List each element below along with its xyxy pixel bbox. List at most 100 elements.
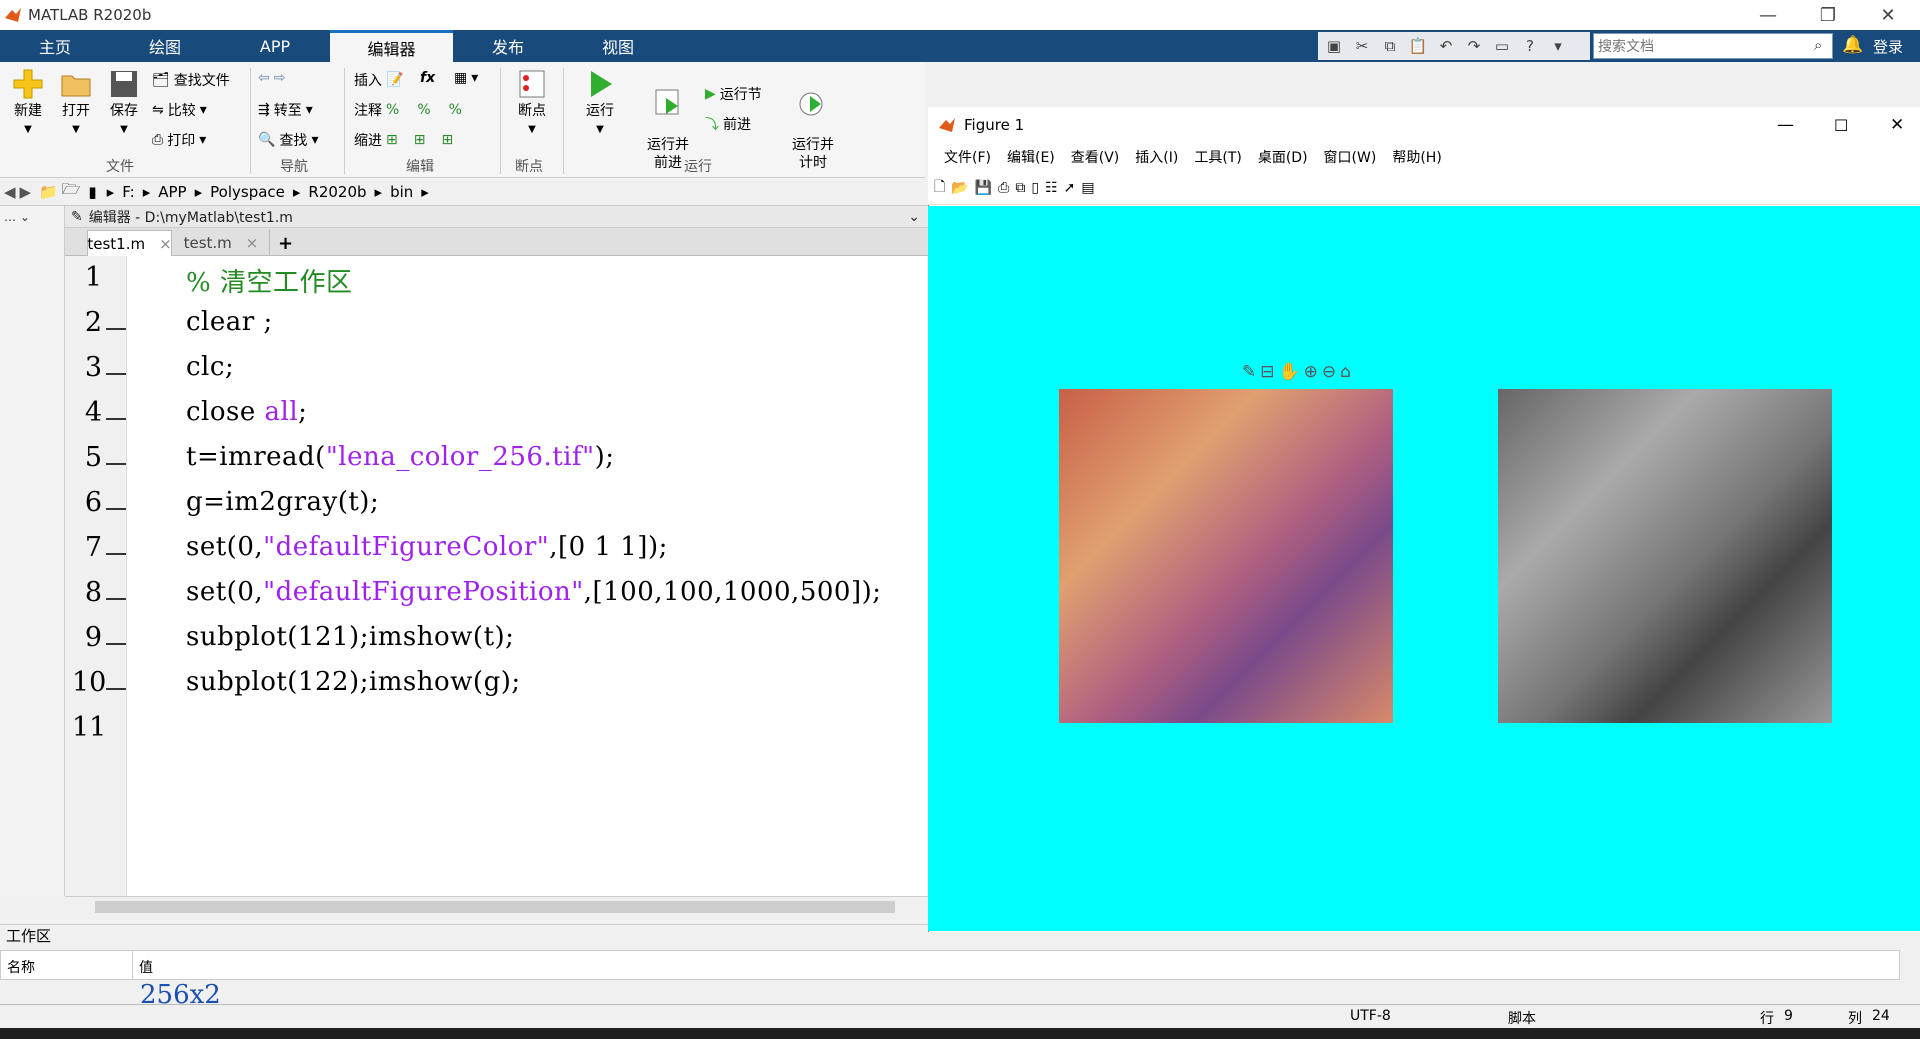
search-input[interactable]: [1593, 33, 1833, 59]
legend-icon[interactable]: ☷: [1045, 180, 1058, 196]
tab-test[interactable]: test.m ×: [177, 230, 265, 256]
code-line[interactable]: clear ;: [186, 307, 273, 337]
datatip-icon[interactable]: ⊟: [1260, 362, 1274, 386]
code-line[interactable]: close all;: [186, 397, 307, 427]
menu-tools[interactable]: 工具(T): [1194, 147, 1241, 167]
figure-maximize-button[interactable]: ☐: [1834, 116, 1848, 135]
insert-button[interactable]: 插入 📝: [354, 70, 403, 90]
property-inspector-icon[interactable]: ▤: [1081, 180, 1094, 196]
editor-menu-icon[interactable]: ⌄: [908, 209, 920, 225]
search-icon[interactable]: ⌕: [1814, 36, 1822, 54]
code-line[interactable]: g=im2gray(t);: [186, 487, 379, 517]
nav-back-forward[interactable]: ⇦ ⇨: [258, 70, 285, 86]
bell-icon[interactable]: 🔔: [1842, 35, 1863, 55]
undo-icon[interactable]: ↶: [1436, 36, 1456, 56]
tab-publish[interactable]: 发布: [453, 30, 563, 62]
indent-button[interactable]: 缩进 ⊞ ⊞ ⊞: [354, 130, 453, 150]
tab-plots[interactable]: 绘图: [110, 30, 220, 62]
breadcrumb-drive[interactable]: F:: [122, 183, 135, 201]
executable-line-marker[interactable]: [106, 553, 126, 555]
executable-line-marker[interactable]: [106, 688, 126, 690]
fx-button[interactable]: fx: [420, 70, 435, 86]
executable-line-marker[interactable]: [106, 373, 126, 375]
breadcrumb-release[interactable]: R2020b: [308, 183, 366, 201]
code-line[interactable]: set(0,"defaultFigureColor",[0 1 1]);: [186, 532, 668, 562]
paste-icon[interactable]: 📋: [1408, 36, 1428, 56]
find-files-button[interactable]: 🗂 查找文件: [152, 70, 230, 90]
panel-menu-icon[interactable]: … ⌄: [0, 206, 64, 228]
new-button[interactable]: 新建 ▼: [8, 68, 48, 136]
menu-view[interactable]: 查看(V): [1071, 147, 1120, 167]
menu-desktop[interactable]: 桌面(D): [1258, 147, 1308, 167]
advance-button[interactable]: ⤵ 前进: [705, 114, 751, 134]
code-line[interactable]: % 清空工作区: [186, 262, 352, 299]
up-folder-icon[interactable]: 📁: [39, 183, 58, 201]
switch-windows-icon[interactable]: ▭: [1492, 36, 1512, 56]
dropdown-icon[interactable]: ▾: [1548, 36, 1568, 56]
executable-line-marker[interactable]: [106, 508, 126, 510]
run-button[interactable]: 运行 ▼: [578, 68, 622, 136]
print-button[interactable]: ⎙ 打印 ▾: [152, 130, 206, 150]
run-section-button[interactable]: ▶ 运行节: [705, 84, 762, 104]
figure-minimize-button[interactable]: —: [1777, 115, 1794, 135]
insert-dropdown-button[interactable]: ▦ ▾: [454, 70, 478, 86]
code-line[interactable]: subplot(121);imshow(t);: [186, 622, 514, 652]
breakpoint-button[interactable]: 断点 ▼: [510, 68, 554, 136]
goto-button[interactable]: ⇶ 转至 ▾: [258, 100, 313, 120]
close-tab-icon[interactable]: ×: [159, 235, 172, 253]
menu-edit[interactable]: 编辑(E): [1007, 147, 1055, 167]
redo-icon[interactable]: ↷: [1464, 36, 1484, 56]
executable-line-marker[interactable]: [106, 463, 126, 465]
save-button[interactable]: 保存 ▼: [104, 68, 144, 136]
menu-window[interactable]: 窗口(W): [1324, 147, 1377, 167]
run-time-button[interactable]: 运行并 计时: [786, 68, 840, 172]
browse-folder-icon[interactable]: 🗁: [62, 179, 81, 204]
menu-file[interactable]: 文件(F): [944, 147, 991, 167]
code-line[interactable]: set(0,"defaultFigurePosition",[100,100,1…: [186, 577, 882, 607]
zoom-in-icon[interactable]: ⊕: [1304, 362, 1318, 386]
executable-line-marker[interactable]: [106, 418, 126, 420]
scroll-thumb[interactable]: [95, 901, 895, 913]
open-file-icon[interactable]: 📂: [951, 180, 968, 196]
menu-help[interactable]: 帮助(H): [1392, 147, 1441, 167]
zoom-out-icon[interactable]: ⊖: [1322, 362, 1336, 386]
executable-line-marker[interactable]: [106, 598, 126, 600]
executable-line-marker[interactable]: [106, 328, 126, 330]
tab-editor[interactable]: 编辑器: [330, 30, 453, 62]
code-line[interactable]: clc;: [186, 352, 234, 382]
pan-hand-icon[interactable]: ✋: [1279, 362, 1300, 386]
minimize-button[interactable]: —: [1740, 0, 1796, 30]
col-value[interactable]: 值: [139, 957, 153, 977]
executable-line-marker[interactable]: [106, 643, 126, 645]
print-figure-icon[interactable]: ⎙: [998, 180, 1009, 196]
brush-icon[interactable]: ✎: [1242, 362, 1256, 386]
colorbar-icon[interactable]: ▯: [1031, 180, 1039, 196]
horizontal-scrollbar[interactable]: [65, 896, 928, 916]
compare-button[interactable]: ⇋ 比较 ▾: [152, 100, 207, 120]
breadcrumb-bin[interactable]: bin: [390, 183, 413, 201]
breadcrumb-app[interactable]: APP: [158, 183, 186, 201]
cut-icon[interactable]: ✂: [1352, 36, 1372, 56]
current-folder-panel[interactable]: … ⌄: [0, 206, 65, 896]
find-button[interactable]: 🔍 查找 ▾: [258, 130, 318, 150]
tab-home[interactable]: 主页: [0, 30, 110, 62]
link-plot-icon[interactable]: ⧉: [1015, 180, 1025, 196]
close-tab-icon[interactable]: ×: [246, 234, 259, 252]
code-line[interactable]: t=imread("lena_color_256.tif");: [186, 442, 614, 472]
open-button[interactable]: 打开 ▼: [56, 68, 96, 136]
forward-arrow-icon[interactable]: ▶: [20, 183, 32, 201]
menu-insert[interactable]: 插入(I): [1135, 147, 1178, 167]
tab-test1[interactable]: test1.m ×: [87, 230, 172, 256]
tab-view[interactable]: 视图: [563, 30, 673, 62]
restore-button[interactable]: ❐: [1800, 0, 1856, 30]
copy-icon[interactable]: ⧉: [1380, 36, 1400, 56]
pointer-icon[interactable]: ➚: [1064, 180, 1076, 196]
save-icon[interactable]: ▣: [1324, 36, 1344, 56]
breadcrumb-polyspace[interactable]: Polyspace: [210, 183, 285, 201]
home-icon[interactable]: ⌂: [1340, 362, 1351, 386]
figure-close-button[interactable]: ✕: [1890, 115, 1904, 135]
add-tab-button[interactable]: +: [269, 230, 301, 256]
code-line[interactable]: subplot(122);imshow(g);: [186, 667, 521, 697]
tab-apps[interactable]: APP: [220, 30, 330, 62]
help-icon[interactable]: ?: [1520, 36, 1540, 56]
